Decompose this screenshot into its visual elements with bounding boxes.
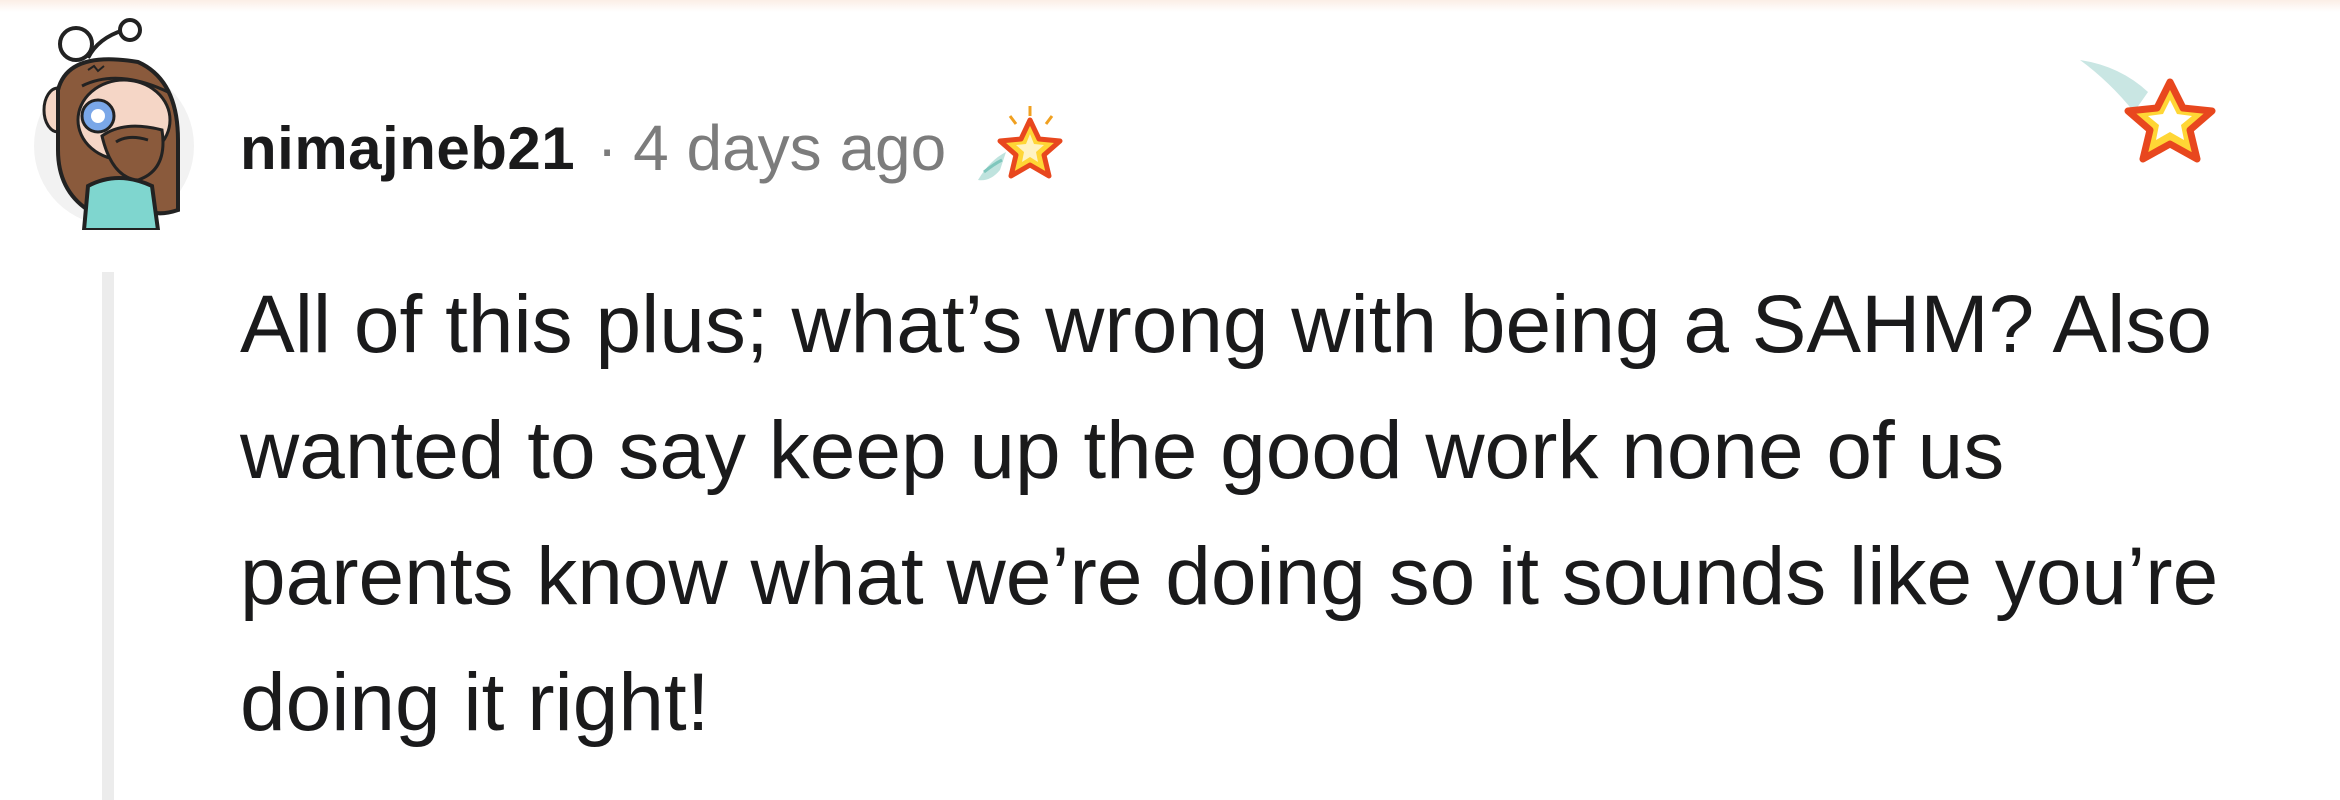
comment-header: nimajneb21 · 4 days ago [240, 106, 1066, 188]
thread-line[interactable] [102, 272, 114, 800]
comment-body: All of this plus; what’s wrong with bein… [240, 279, 2219, 748]
username[interactable]: nimajneb21 [240, 114, 575, 183]
separator-dot: · [597, 114, 618, 182]
timestamp[interactable]: 4 days ago [633, 111, 946, 185]
rising-star-award-icon[interactable] [970, 100, 1066, 196]
comment: nimajneb21 · 4 days ago All of this plus… [0, 0, 2340, 800]
star-badge-icon [2080, 60, 2216, 163]
avatar-icon[interactable] [28, 10, 204, 230]
